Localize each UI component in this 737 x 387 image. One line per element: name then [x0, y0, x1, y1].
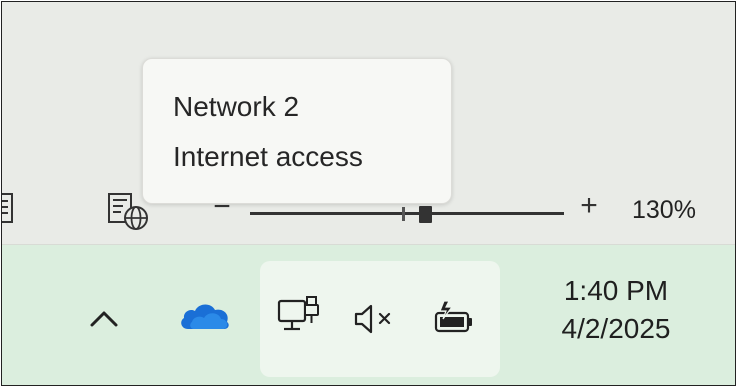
clock-time: 1:40 PM: [563, 275, 669, 306]
zoom-slider-center-tick: [402, 207, 405, 221]
taskbar-clock[interactable]: 1:40 PM 4/2/2025: [516, 273, 716, 363]
battery-charging-icon[interactable]: [430, 299, 478, 339]
chevron-up-icon: [86, 311, 122, 335]
print-layout-view-icon[interactable]: [2, 190, 16, 226]
zoom-slider-track[interactable]: [250, 212, 564, 215]
onedrive-tray-button[interactable]: [178, 299, 232, 333]
onedrive-cloud-icon: [178, 304, 232, 337]
zoom-slider-thumb[interactable]: [419, 206, 432, 223]
volume-muted-icon[interactable]: [352, 301, 400, 337]
zoom-level-button[interactable]: 130%: [632, 196, 696, 225]
clock-date: 4/2/2025: [561, 313, 671, 344]
taskbar: 1:40 PM 4/2/2025: [2, 245, 735, 385]
tooltip-connection-status: Internet access: [173, 141, 363, 172]
zoom-slider[interactable]: [250, 206, 564, 223]
show-hidden-icons-button[interactable]: [86, 303, 122, 331]
network-tooltip: Network 2 Internet access: [142, 58, 452, 204]
zoom-in-button[interactable]: +: [574, 188, 604, 224]
tooltip-network-name: Network 2: [173, 91, 300, 122]
wired-network-icon[interactable]: [276, 295, 322, 341]
quick-settings-tray[interactable]: [260, 261, 500, 377]
screenshot-frame: − + 130% 1:40 PM 4/2/2025 Network 2 Inte…: [1, 1, 736, 386]
